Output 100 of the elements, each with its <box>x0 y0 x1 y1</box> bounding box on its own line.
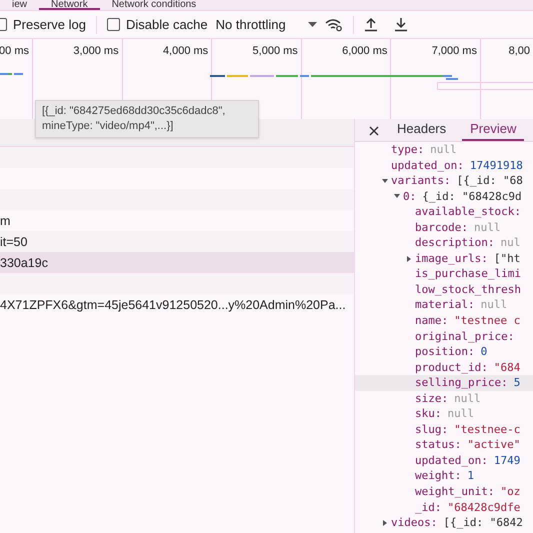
json-key: low_stock_thresh <box>415 282 521 298</box>
time-tick-label: 5,000 ms <box>252 45 298 57</box>
json-value: "68428c9dfe <box>448 500 520 516</box>
json-key: weight: <box>415 468 462 484</box>
time-tick-label: 3,000 ms <box>73 45 119 57</box>
json-value: 1 <box>467 468 474 484</box>
json-value: "oz <box>500 484 520 500</box>
json-value: "testnee c <box>454 313 520 329</box>
json-line[interactable]: weight_unit: "oz <box>355 484 533 500</box>
download-icon[interactable] <box>394 17 408 32</box>
json-value: "684 <box>494 360 520 376</box>
json-value: {_id: "68428c9d <box>422 188 522 204</box>
json-value: 0 <box>480 344 488 360</box>
details-tab[interactable]: Preview <box>462 121 524 141</box>
json-line[interactable]: product_id: "684 <box>355 360 533 376</box>
json-key: available_stock: <box>415 204 521 220</box>
json-key: size: <box>415 390 448 406</box>
json-key: position: <box>415 344 475 360</box>
json-line[interactable]: _id: "68428c9dfe <box>355 500 533 516</box>
json-key: videos: <box>391 515 438 531</box>
json-key: product_id: <box>415 360 488 376</box>
tooltip: [{_id: "684275ed68dd30c35c6dadc8", mineType: "video/mp4",...}] <box>35 100 259 138</box>
request-row[interactable]: it=50 <box>0 231 354 252</box>
json-key: 0: <box>403 188 416 204</box>
panel-tab[interactable]: Network <box>39 0 100 10</box>
json-line[interactable]: videos: [{_id: "6842 <box>355 515 533 531</box>
json-line[interactable]: type: null <box>355 142 533 158</box>
json-line[interactable]: updated_on: 17491918 <box>355 158 533 174</box>
json-line[interactable]: material: null <box>355 297 533 314</box>
json-value: 17491918 <box>470 158 523 174</box>
json-line[interactable]: sku: null <box>355 406 533 422</box>
json-value: null <box>430 142 457 158</box>
json-line[interactable]: description: nul <box>355 235 533 251</box>
json-key: description: <box>415 235 494 251</box>
request-name: it=50 <box>0 234 28 248</box>
json-value: "active" <box>467 437 520 453</box>
request-name: m <box>0 214 10 228</box>
json-value: null <box>480 297 508 314</box>
json-value: [{_id: "6842 <box>443 515 523 531</box>
details-tab[interactable]: Headers <box>389 121 454 141</box>
json-key: name: <box>415 313 448 329</box>
json-line[interactable]: barcode: null <box>355 220 533 236</box>
json-key: barcode: <box>415 220 468 236</box>
json-line[interactable]: size: null <box>355 390 533 406</box>
panel-tab[interactable]: iew <box>0 0 40 10</box>
json-key: updated_on: <box>415 452 488 468</box>
json-value: nul <box>500 235 520 251</box>
json-line[interactable]: status: "active" <box>355 437 533 453</box>
json-line[interactable]: variants: [{_id: "68 <box>355 173 533 189</box>
json-line[interactable]: low_stock_thresh <box>355 282 533 298</box>
json-key: weight_unit: <box>415 484 494 500</box>
json-line[interactable]: updated_on: 1749 <box>355 452 533 468</box>
collapsed-triangle-icon[interactable] <box>405 254 413 263</box>
json-key: slug: <box>415 422 448 438</box>
json-key: original_price: <box>415 328 514 344</box>
json-key: image_urls: <box>415 250 488 266</box>
json-line[interactable]: slug: "testnee-c <box>355 422 533 438</box>
wifi-gear-icon[interactable] <box>324 18 343 32</box>
throttling-dropdown[interactable]: No throttling <box>214 17 319 32</box>
time-tick-label: 8,00 <box>508 45 530 57</box>
json-line[interactable]: position: 0 <box>355 344 533 360</box>
time-tick-label: 7,000 ms <box>432 45 477 57</box>
json-line[interactable]: name: "testnee c <box>355 313 533 329</box>
disable-cache-checkbox[interactable]: Disable cache <box>106 17 208 32</box>
json-line[interactable]: 0: {_id: "68428c9d <box>355 188 533 204</box>
json-key: sku: <box>415 406 442 422</box>
caret-icon <box>308 22 317 28</box>
json-value: null <box>474 220 500 236</box>
json-line[interactable]: available_stock: <box>355 204 533 220</box>
json-value: 5 <box>514 375 520 391</box>
json-key: variants: <box>391 173 451 189</box>
json-key: _id: <box>415 500 442 516</box>
json-line[interactable]: is_purchase_limi <box>355 266 533 282</box>
expanded-triangle-icon[interactable] <box>393 192 401 200</box>
request-name: 4X71ZPFX6&gtm=45je5641v91250520...y%20Admin%20Pa... <box>0 298 346 312</box>
close-icon[interactable] <box>369 126 379 136</box>
expanded-triangle-icon[interactable] <box>381 176 389 185</box>
json-line[interactable]: original_price: <box>355 328 533 344</box>
json-value: [{_id: "68 <box>456 173 523 189</box>
time-tick-label: 6,000 ms <box>342 45 388 57</box>
json-key: type: <box>391 142 424 158</box>
json-key: material: <box>415 297 475 314</box>
json-value: ["ht <box>494 250 520 266</box>
panel-tab[interactable]: Network conditions <box>100 0 208 10</box>
json-key: updated_on: <box>391 158 464 174</box>
json-key: is_purchase_limi <box>415 266 521 282</box>
json-value: null <box>454 390 481 406</box>
json-key: status: <box>415 437 462 453</box>
upload-icon[interactable] <box>364 17 378 32</box>
request-name: 330a19c <box>0 256 48 270</box>
json-value: null <box>448 406 474 422</box>
json-value: "testnee-c <box>454 422 520 438</box>
collapsed-triangle-icon[interactable] <box>381 518 389 527</box>
preserve-log-checkbox[interactable]: Preserve log <box>0 17 86 32</box>
json-line[interactable]: weight: 1 <box>355 468 533 484</box>
json-line[interactable]: image_urls: ["ht <box>355 250 533 266</box>
time-tick-label: 4,000 ms <box>162 45 208 57</box>
request-row[interactable]: 330a19c <box>0 252 354 273</box>
json-value: 1749 <box>494 452 520 468</box>
json-key: selling_price: <box>415 375 508 391</box>
